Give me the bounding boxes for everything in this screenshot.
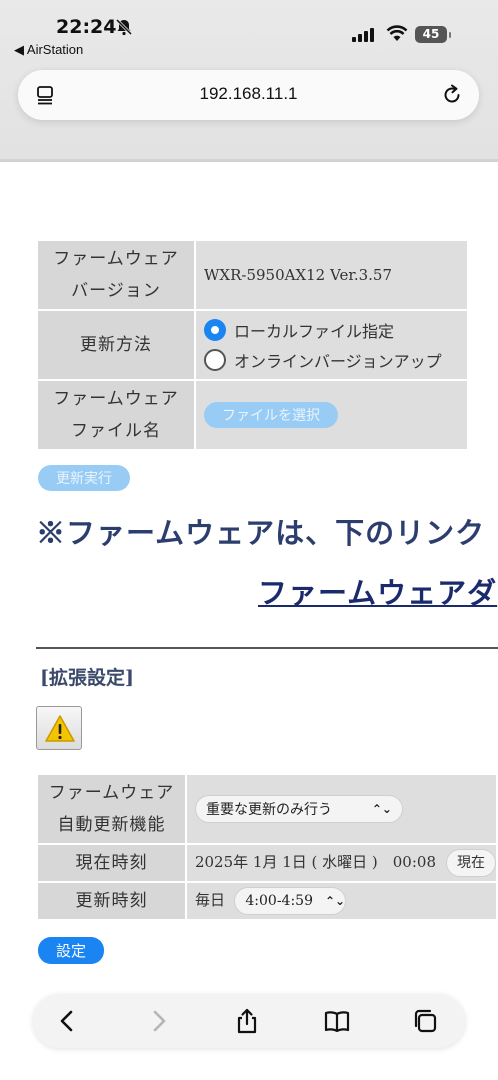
firmware-update-table: ファームウェア バージョン WXR-5950AX12 Ver.3.57 更新方法… <box>36 239 469 451</box>
auto-update-select[interactable]: 重要な更新のみ行う ⌃⌄ <box>194 795 403 823</box>
extended-settings-title: [拡張設定] <box>40 667 134 689</box>
select-chevron-icon: ⌃⌄ <box>324 894 346 908</box>
battery-tip <box>449 32 451 38</box>
browser-toolbar <box>33 994 465 1048</box>
firmware-notice: ※ファームウェアは、下のリンク <box>36 516 486 550</box>
firmware-file-cell: ファイルを選択 <box>194 379 469 451</box>
url-text[interactable]: 192.168.11.1 <box>18 84 479 104</box>
wifi-icon <box>386 25 408 41</box>
firmware-file-label: ファームウェア ファイル名 <box>36 379 196 451</box>
radio-unselected-icon[interactable] <box>204 349 226 371</box>
execute-update-button[interactable]: 更新実行 <box>38 465 130 491</box>
divider <box>36 647 498 649</box>
auto-update-cell: 重要な更新のみ行う ⌃⌄ <box>184 773 498 845</box>
warning-icon <box>45 715 75 742</box>
label-line: ファームウェア <box>53 249 179 269</box>
radio-online-update[interactable]: オンラインバージョンアップ <box>204 345 467 375</box>
update-method-options: ローカルファイル指定 オンラインバージョンアップ <box>194 309 469 381</box>
label-line: バージョン <box>71 281 161 301</box>
update-time-cell: 毎日 4:00-4:59 ⌃⌄ <box>184 881 498 921</box>
current-time-value: 2025年 1月 1日 ( 水曜日 ) 00:08 <box>194 853 436 871</box>
label-line: 自動更新機能 <box>57 815 166 835</box>
bell-muted-icon <box>115 18 133 36</box>
status-time: 22:24 <box>56 16 117 38</box>
label-line: ファイル名 <box>71 421 161 441</box>
auto-update-label: ファームウェア 自動更新機能 <box>36 773 187 845</box>
select-chevron-icon: ⌃⌄ <box>371 802 392 816</box>
firmware-download-link[interactable]: ファームウェアダ <box>258 570 497 612</box>
battery-indicator: 45 <box>415 26 447 43</box>
router-admin-page: ファームウェア バージョン WXR-5950AX12 Ver.3.57 更新方法… <box>0 165 498 1080</box>
extended-settings-table: ファームウェア 自動更新機能 重要な更新のみ行う ⌃⌄ 現在時刻 2025年 1… <box>36 773 498 921</box>
firmware-version-label: ファームウェア バージョン <box>36 239 196 311</box>
label-line: ファームウェア <box>48 783 175 803</box>
update-time-prefix: 毎日 <box>194 891 225 909</box>
bookmarks-icon[interactable] <box>323 1007 351 1035</box>
label-line: ファームウェア <box>53 389 179 409</box>
update-time-label: 更新時刻 <box>36 881 187 921</box>
current-time-button[interactable]: 現在 <box>446 849 496 877</box>
back-arrow-icon[interactable] <box>53 1007 81 1035</box>
address-bar[interactable]: 192.168.11.1 <box>18 70 479 120</box>
cellular-signal-icon <box>352 28 374 42</box>
update-time-select[interactable]: 4:00-4:59 ⌃⌄ <box>234 887 347 915</box>
forward-arrow-icon[interactable] <box>145 1007 173 1035</box>
choose-file-button[interactable]: ファイルを選択 <box>204 402 338 428</box>
back-to-app-link[interactable]: ◀ AirStation <box>14 42 83 58</box>
radio-online-update-label: オンラインバージョンアップ <box>234 352 442 371</box>
radio-selected-icon[interactable] <box>204 319 226 341</box>
update-time-select-value: 4:00-4:59 <box>245 893 313 909</box>
auto-update-select-value: 重要な更新のみ行う <box>205 802 332 818</box>
tabs-icon[interactable] <box>411 1007 439 1035</box>
firmware-version-value: WXR-5950AX12 Ver.3.57 <box>194 239 469 311</box>
share-icon[interactable] <box>233 1007 261 1035</box>
radio-local-file[interactable]: ローカルファイル指定 <box>204 315 467 345</box>
radio-local-file-label: ローカルファイル指定 <box>234 322 395 341</box>
browser-chrome: 22:24 ◀ AirStation 45 192.168.11.1 <box>0 0 498 162</box>
current-time-cell: 2025年 1月 1日 ( 水曜日 ) 00:08 現在 <box>184 843 498 883</box>
save-settings-button[interactable]: 設定 <box>38 937 105 964</box>
current-time-label: 現在時刻 <box>36 843 187 883</box>
reload-icon[interactable] <box>441 84 463 106</box>
warning-button[interactable] <box>36 706 82 750</box>
update-method-label: 更新方法 <box>36 309 196 381</box>
